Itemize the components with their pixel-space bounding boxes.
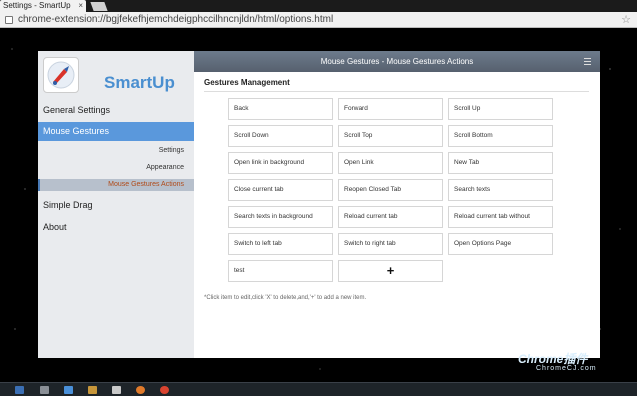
gesture-action-item[interactable]: Reload current tab without [448,206,553,228]
gesture-action-item[interactable]: Scroll Up [448,98,553,120]
main-panel: Gestures Management Back Forward Scroll … [194,72,600,358]
browser-tab[interactable]: Settings - SmartUp × [0,0,86,12]
smartup-logo-icon [43,57,79,93]
gesture-action-item[interactable]: Open Link [338,152,443,174]
sidebar-item-mouse-gestures[interactable]: Mouse Gestures [38,122,194,141]
gesture-action-item[interactable]: test [228,260,333,282]
section-title: Gestures Management [204,78,589,92]
taskbar [0,382,637,396]
gesture-action-item[interactable]: New Tab [448,152,553,174]
options-window: SmartUp General Settings Mouse Gestures … [38,51,600,358]
taskbar-app-icon[interactable] [112,386,121,394]
gesture-action-item[interactable]: Back [228,98,333,120]
gesture-action-item[interactable]: Scroll Down [228,125,333,147]
watermark-subtitle: ChromeCJ.com [536,365,597,372]
gesture-action-item[interactable]: Open link in background [228,152,333,174]
gesture-action-item[interactable]: Open Options Page [448,233,553,255]
sidebar-subitem-appearance[interactable]: Appearance [38,164,194,171]
sidebar-subitem-settings[interactable]: Settings [38,147,194,154]
taskbar-firefox-icon[interactable] [136,386,145,394]
add-item-button[interactable]: + [338,260,443,282]
browser-tab-title: Settings - SmartUp [3,1,71,10]
gesture-action-item[interactable]: Switch to left tab [228,233,333,255]
new-tab-button[interactable] [90,2,108,11]
taskbar-app-icon[interactable] [64,386,73,394]
gesture-action-item[interactable]: Search texts [448,179,553,201]
close-icon[interactable]: × [78,0,83,12]
gesture-action-item[interactable]: Search texts in background [228,206,333,228]
sidebar-item-about[interactable]: About [38,222,194,232]
window-title: Mouse Gestures - Mouse Gestures Actions [320,57,474,66]
gesture-action-item[interactable]: Forward [338,98,443,120]
brand-name: SmartUp [104,73,175,92]
sidebar-subitem-gestures-actions[interactable]: Mouse Gestures Actions [38,179,194,191]
sidebar-item-simple-drag[interactable]: Simple Drag [38,200,194,210]
gesture-action-item[interactable]: Close current tab [228,179,333,201]
address-bar[interactable]: chrome-extension://bgjfekefhjemchdeigphc… [0,12,637,28]
window-titlebar: Mouse Gestures - Mouse Gestures Actions [194,51,600,72]
gesture-action-item[interactable]: Scroll Bottom [448,125,553,147]
taskbar-app-icon[interactable] [40,386,49,394]
taskbar-chrome-icon[interactable] [160,386,169,394]
start-icon[interactable] [15,386,24,394]
sidebar: SmartUp General Settings Mouse Gestures … [38,51,194,358]
sidebar-item-general-settings[interactable]: General Settings [38,105,194,119]
browser-tabstrip: Settings - SmartUp × [0,0,637,12]
menu-icon[interactable] [584,58,591,65]
gesture-action-item[interactable]: Reload current tab [338,206,443,228]
page-icon [5,16,13,24]
bookmark-star-icon[interactable]: ☆ [621,13,631,26]
gesture-action-item[interactable]: Switch to right tab [338,233,443,255]
gesture-action-item[interactable]: Scroll Top [338,125,443,147]
gesture-action-item[interactable]: Reopen Closed Tab [338,179,443,201]
taskbar-app-icon[interactable] [88,386,97,394]
url-text[interactable]: chrome-extension://bgjfekefhjemchdeigphc… [18,13,333,27]
hint-text: *Click item to edit,click 'X' to delete,… [204,295,367,301]
